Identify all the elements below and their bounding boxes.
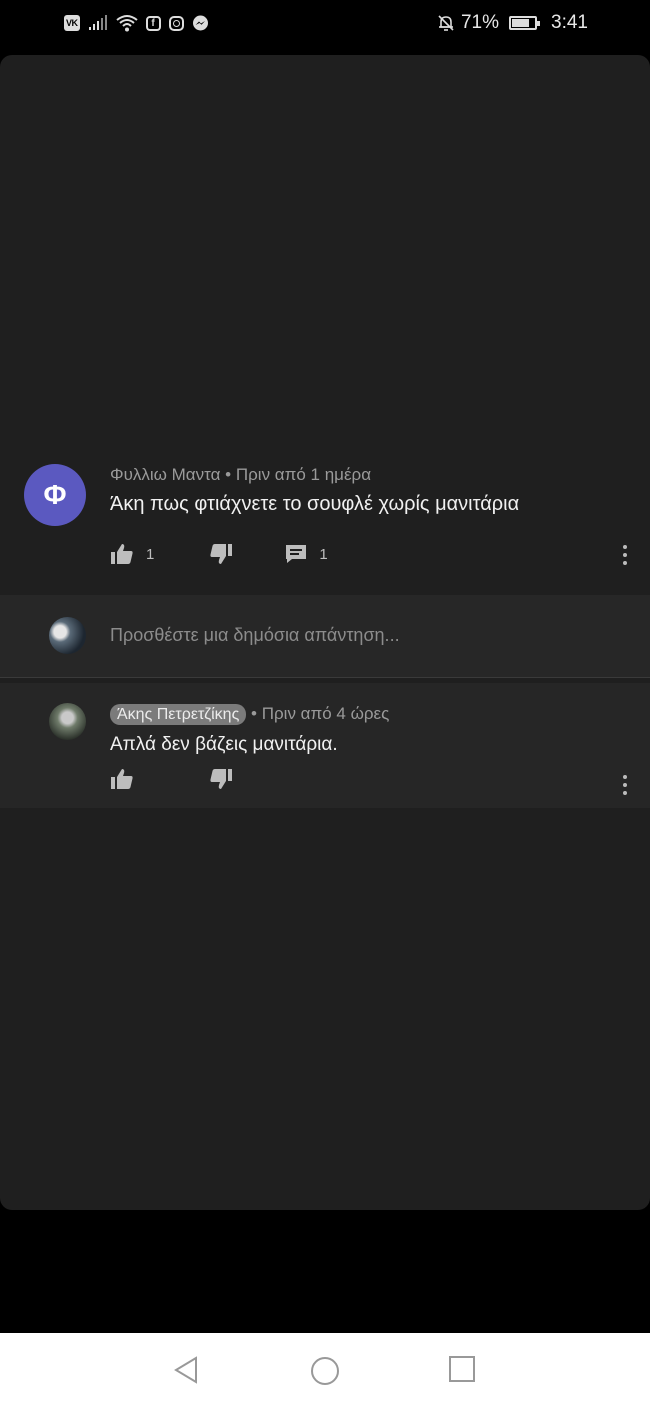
status-bar: VK f 71% 3:41 — [0, 0, 650, 52]
comment: Φ Φυλλιω Μαντα • Πριν από 1 ημέρα Άκη πω… — [0, 455, 650, 590]
comment-text: Άκη πως φτιάχνετε το σουφλέ χωρίς μανιτά… — [110, 493, 520, 515]
facebook-icon: f — [145, 15, 161, 31]
reply: Άκης Πετρετζίκης • Πριν από 4 ώρες Απλά … — [0, 683, 650, 808]
bell-off-icon — [438, 15, 454, 31]
more-vert-icon — [623, 545, 627, 549]
comment-author[interactable]: Φυλλιω Μαντα — [110, 465, 220, 484]
home-icon[interactable] — [309, 1355, 341, 1387]
reply-input-row: Προσθέστε μια δημόσια απάντηση... — [0, 595, 650, 678]
messenger-icon — [192, 15, 208, 30]
battery-icon — [509, 16, 541, 30]
reply-like-button[interactable] — [110, 768, 134, 790]
thumbs-up-icon — [111, 769, 133, 789]
signal-icon — [88, 15, 107, 30]
more-options-button[interactable] — [620, 545, 630, 565]
comment-actions: 1 1 — [110, 540, 328, 568]
like-button[interactable]: 1 — [110, 543, 154, 565]
reply-actions — [110, 765, 233, 793]
back-icon[interactable] — [172, 1355, 200, 1385]
thumbs-up-icon — [111, 544, 133, 564]
clock: 3:41 — [551, 12, 588, 33]
reply-text: Απλά δεν βάζεις μανιτάρια. — [110, 734, 338, 755]
reply-more-options-button[interactable] — [620, 775, 630, 795]
creator-badge[interactable]: Άκης Πετρετζίκης — [110, 704, 247, 725]
meta-separator: • — [251, 704, 262, 723]
wifi-icon — [115, 15, 138, 32]
reply-meta: Άκης Πετρετζίκης • Πριν από 4 ώρες — [110, 704, 390, 725]
reply-avatar[interactable] — [49, 703, 86, 740]
more-vert-icon — [623, 775, 627, 779]
comment-meta: Φυλλιω Μαντα • Πριν από 1 ημέρα — [110, 465, 371, 485]
reply-dislike-button[interactable] — [209, 768, 233, 790]
status-left-icons: VK f — [64, 14, 209, 32]
navigation-bar — [0, 1333, 650, 1409]
like-count: 1 — [146, 545, 155, 563]
comment-time: Πριν από 1 ημέρα — [235, 465, 372, 484]
status-right-icons: 71% 3:41 — [437, 12, 588, 34]
thumbs-down-icon — [210, 769, 232, 789]
instagram-icon — [168, 15, 184, 31]
comments-panel: Φ Φυλλιω Μαντα • Πριν από 1 ημέρα Άκη πω… — [0, 55, 650, 1210]
avatar[interactable]: Φ — [24, 464, 86, 526]
dislike-button[interactable] — [209, 543, 233, 565]
battery-percent: 71% — [460, 12, 500, 33]
recents-icon[interactable] — [448, 1355, 476, 1383]
reply-time: Πριν από 4 ώρες — [261, 704, 390, 723]
meta-separator: • — [225, 465, 236, 484]
vk-icon: VK — [64, 15, 80, 31]
thumbs-down-icon — [210, 544, 233, 564]
reply-input[interactable]: Προσθέστε μια δημόσια απάντηση... — [110, 625, 400, 646]
reply-count: 1 — [319, 545, 328, 563]
comment-icon — [286, 545, 307, 563]
my-avatar — [49, 617, 86, 654]
reply-button[interactable]: 1 — [285, 543, 328, 565]
